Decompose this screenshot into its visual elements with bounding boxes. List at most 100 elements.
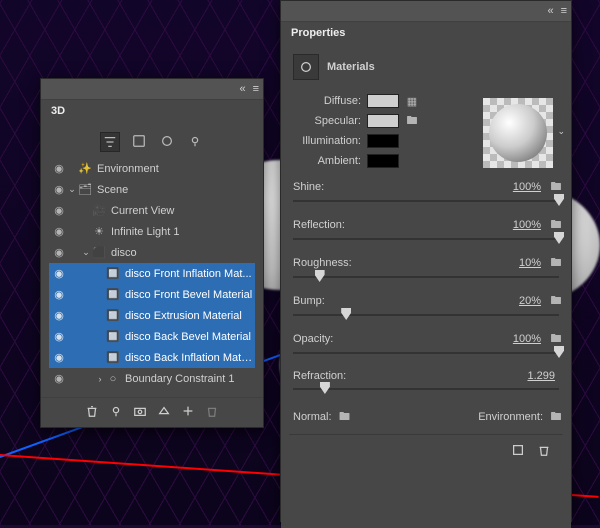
visibility-icon[interactable]: ◉	[51, 267, 67, 280]
item-type-icon: ☀	[91, 225, 107, 238]
item-label: Boundary Constraint 1	[125, 373, 253, 385]
slider-value[interactable]: 10%	[493, 257, 549, 269]
item-type-icon: 🔲	[105, 267, 121, 280]
item-label: disco	[111, 247, 253, 259]
slider-texture-icon[interactable]: 🖿	[549, 256, 563, 270]
tab-properties-label: Properties	[291, 27, 345, 39]
expand-arrow-icon[interactable]: ⌄	[81, 247, 91, 258]
panel-props-head[interactable]: « ≡	[281, 1, 571, 22]
tree-item[interactable]: ◉🔲disco Front Bevel Material	[49, 284, 255, 305]
slider-label: Refraction:	[289, 370, 365, 382]
slider-thumb[interactable]	[554, 232, 564, 244]
tree-item[interactable]: ◉🔲disco Back Inflation Mate...	[49, 347, 255, 368]
material-preview[interactable]	[483, 98, 553, 168]
slider-track[interactable]	[293, 346, 559, 360]
channel-label: Diffuse:	[289, 95, 367, 107]
visibility-icon[interactable]: ◉	[51, 330, 67, 343]
slider-thumb[interactable]	[320, 382, 330, 394]
color-swatch[interactable]	[367, 114, 399, 128]
delete-material-icon[interactable]	[537, 443, 551, 460]
item-label: Infinite Light 1	[111, 226, 253, 238]
slider-label: Reflection:	[289, 219, 365, 231]
panel-menu-icon[interactable]: ≡	[561, 5, 567, 17]
materials-mode-icon[interactable]	[293, 54, 319, 80]
add-icon[interactable]	[181, 404, 195, 421]
slider-texture-icon[interactable]: 🖿	[549, 180, 563, 194]
delete-icon[interactable]	[205, 404, 219, 421]
tab-3d[interactable]: 3D	[41, 100, 263, 122]
slider-value[interactable]: 100%	[493, 181, 549, 193]
slider-track[interactable]	[293, 308, 559, 322]
tree-item[interactable]: ◉ ✨ Environment	[49, 158, 255, 179]
render-icon[interactable]	[511, 443, 525, 460]
slider-value[interactable]: 100%	[493, 333, 549, 345]
tree-item[interactable]: ◉ 🔲 disco Back Bevel Material	[49, 326, 255, 347]
visibility-icon[interactable]: ◉	[51, 162, 67, 175]
visibility-icon[interactable]: ◉	[51, 225, 67, 238]
tree-item[interactable]: ◉⌄🗂 Scene	[49, 179, 255, 200]
slider-texture-icon[interactable]: 🖿	[549, 332, 563, 346]
preview-dropdown-icon[interactable]: ⌄	[557, 126, 565, 137]
trash-icon[interactable]	[85, 404, 99, 421]
slider-thumb[interactable]	[341, 308, 351, 320]
slider-value[interactable]: 1.299	[507, 370, 563, 382]
visibility-icon[interactable]: ◉	[51, 183, 67, 196]
slider-track[interactable]	[293, 194, 559, 208]
color-swatch[interactable]	[367, 154, 399, 168]
color-swatch[interactable]	[367, 94, 399, 108]
item-label: disco Back Bevel Material	[125, 331, 253, 343]
slider-texture-icon[interactable]: 🖿	[549, 294, 563, 308]
light-icon[interactable]	[186, 132, 204, 150]
expand-arrow-icon[interactable]: ›	[95, 374, 105, 384]
item-type-icon: 🗂	[77, 183, 93, 196]
visibility-icon[interactable]: ◉	[51, 288, 67, 301]
folder-icon[interactable]: 🖿	[405, 114, 419, 128]
slider-value[interactable]: 100%	[493, 219, 549, 231]
tree-item[interactable]: ◉🔲disco Extrusion Material	[49, 305, 255, 326]
visibility-icon[interactable]: ◉	[51, 204, 67, 217]
item-type-icon: ✨	[77, 162, 93, 175]
channel-label: Illumination:	[289, 135, 367, 147]
tree-item[interactable]: ◉›○Boundary Constraint 1	[49, 368, 255, 389]
texture-picker-icon[interactable]: ▦	[405, 94, 419, 108]
panel-menu-icon[interactable]: ≡	[253, 83, 259, 95]
item-label: Scene	[97, 184, 253, 196]
slider-track[interactable]	[293, 382, 559, 396]
slider-thumb[interactable]	[315, 270, 325, 282]
filter-icon[interactable]	[100, 132, 120, 152]
slider-track[interactable]	[293, 270, 559, 284]
slider-row: Opacity:100%🖿	[289, 332, 563, 346]
item-label: Environment	[97, 163, 253, 175]
slider-value[interactable]: 20%	[493, 295, 549, 307]
visibility-icon[interactable]: ◉	[51, 309, 67, 322]
env-picker-icon[interactable]: 🖿	[549, 410, 563, 424]
tree-item[interactable]: ◉⌄⬛disco	[49, 242, 255, 263]
plane-icon[interactable]	[157, 404, 171, 421]
item-type-icon: 🔲	[105, 288, 121, 301]
slider-row: Shine: 100%🖿	[289, 180, 563, 194]
color-swatch[interactable]	[367, 134, 399, 148]
tree-item[interactable]: ◉ ☀ Infinite Light 1	[49, 221, 255, 242]
slider-thumb[interactable]	[554, 194, 564, 206]
collapse-icon[interactable]: «	[237, 83, 249, 95]
slider-label: Shine:	[289, 181, 365, 193]
list-icon[interactable]	[130, 132, 148, 150]
light-add-icon[interactable]	[109, 404, 123, 421]
camera-icon[interactable]	[133, 404, 147, 421]
slider-track[interactable]	[293, 232, 559, 246]
tab-properties[interactable]: Properties	[281, 22, 571, 44]
mask-icon[interactable]	[158, 132, 176, 150]
normal-picker-icon[interactable]: 🖿	[338, 410, 352, 424]
collapse-icon[interactable]: «	[545, 5, 557, 17]
item-type-icon: 🔲	[105, 330, 121, 343]
visibility-icon[interactable]: ◉	[51, 246, 67, 259]
expand-arrow-icon[interactable]: ⌄	[67, 184, 77, 195]
channel-label: Ambient:	[289, 155, 367, 167]
panel-3d-head[interactable]: « ≡	[41, 79, 263, 100]
tree-item[interactable]: ◉🔲disco Front Inflation Mat...	[49, 263, 255, 284]
slider-thumb[interactable]	[554, 346, 564, 358]
visibility-icon[interactable]: ◉	[51, 372, 67, 385]
visibility-icon[interactable]: ◉	[51, 351, 67, 364]
slider-texture-icon[interactable]: 🖿	[549, 218, 563, 232]
tree-item[interactable]: ◉🎥Current View	[49, 200, 255, 221]
